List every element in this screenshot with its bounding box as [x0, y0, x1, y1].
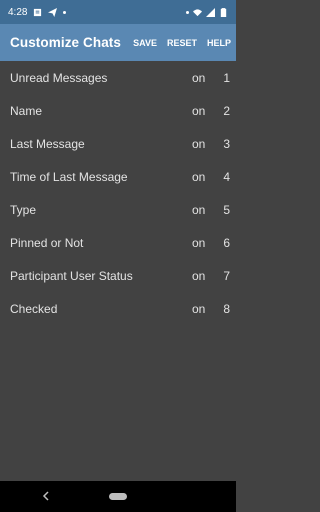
- column-list: Unread Messages on 1 Name on 2 Last Mess…: [0, 61, 236, 325]
- status-left: 4:28: [8, 6, 67, 18]
- list-item-order: 7: [223, 268, 230, 283]
- navigation-bar: [0, 481, 236, 512]
- sim-card-icon: [33, 8, 42, 17]
- reset-button[interactable]: RESET: [162, 24, 202, 61]
- list-item-order: 3: [223, 136, 230, 151]
- list-item[interactable]: Participant User Status on 7: [0, 259, 236, 292]
- list-item-label: Participant User Status: [10, 268, 133, 283]
- list-item-label: Unread Messages: [10, 70, 108, 85]
- list-item-state: on: [192, 235, 206, 250]
- list-item-state: on: [192, 169, 206, 184]
- back-icon[interactable]: [40, 490, 52, 502]
- list-item[interactable]: Last Message on 3: [0, 127, 236, 160]
- list-item-order: 4: [223, 169, 230, 184]
- list-item[interactable]: Checked on 8: [0, 292, 236, 325]
- list-item-state: on: [192, 268, 206, 283]
- home-button[interactable]: [109, 493, 127, 500]
- list-item[interactable]: Unread Messages on 1: [0, 61, 236, 94]
- app-bar-actions: SAVE RESET HELP: [128, 24, 236, 61]
- page-title: Customize Chats: [10, 35, 122, 50]
- list-item-order: 1: [223, 70, 230, 85]
- list-item-order: 5: [223, 202, 230, 217]
- help-button[interactable]: HELP: [202, 24, 236, 61]
- status-time: 4:28: [8, 6, 28, 18]
- app-bar: Customize Chats SAVE RESET HELP: [0, 24, 236, 61]
- list-item[interactable]: Type on 5: [0, 193, 236, 226]
- list-item-label: Type: [10, 202, 37, 217]
- list-item[interactable]: Name on 2: [0, 94, 236, 127]
- list-item-state: on: [192, 202, 206, 217]
- status-right: [186, 7, 228, 17]
- list-item-state: on: [192, 70, 206, 85]
- save-button[interactable]: SAVE: [128, 24, 162, 61]
- status-bar: 4:28: [0, 0, 236, 24]
- send-icon: [48, 7, 58, 17]
- list-item-label: Pinned or Not: [10, 235, 84, 250]
- dot-icon: [186, 10, 189, 14]
- list-item-state: on: [192, 301, 206, 316]
- list-item-state: on: [192, 136, 206, 151]
- list-item-order: 6: [223, 235, 230, 250]
- list-item-label: Time of Last Message: [10, 169, 128, 184]
- list-item-label: Checked: [10, 301, 58, 316]
- battery-icon: [219, 7, 228, 17]
- list-item-label: Last Message: [10, 136, 85, 151]
- wifi-icon: [193, 8, 202, 17]
- dot-icon: [63, 10, 67, 14]
- list-item[interactable]: Time of Last Message on 4: [0, 160, 236, 193]
- list-item-state: on: [192, 103, 206, 118]
- list-item[interactable]: Pinned or Not on 6: [0, 226, 236, 259]
- list-item-order: 2: [223, 103, 230, 118]
- list-item-order: 8: [223, 301, 230, 316]
- list-item-label: Name: [10, 103, 43, 118]
- signal-icon: [206, 7, 215, 17]
